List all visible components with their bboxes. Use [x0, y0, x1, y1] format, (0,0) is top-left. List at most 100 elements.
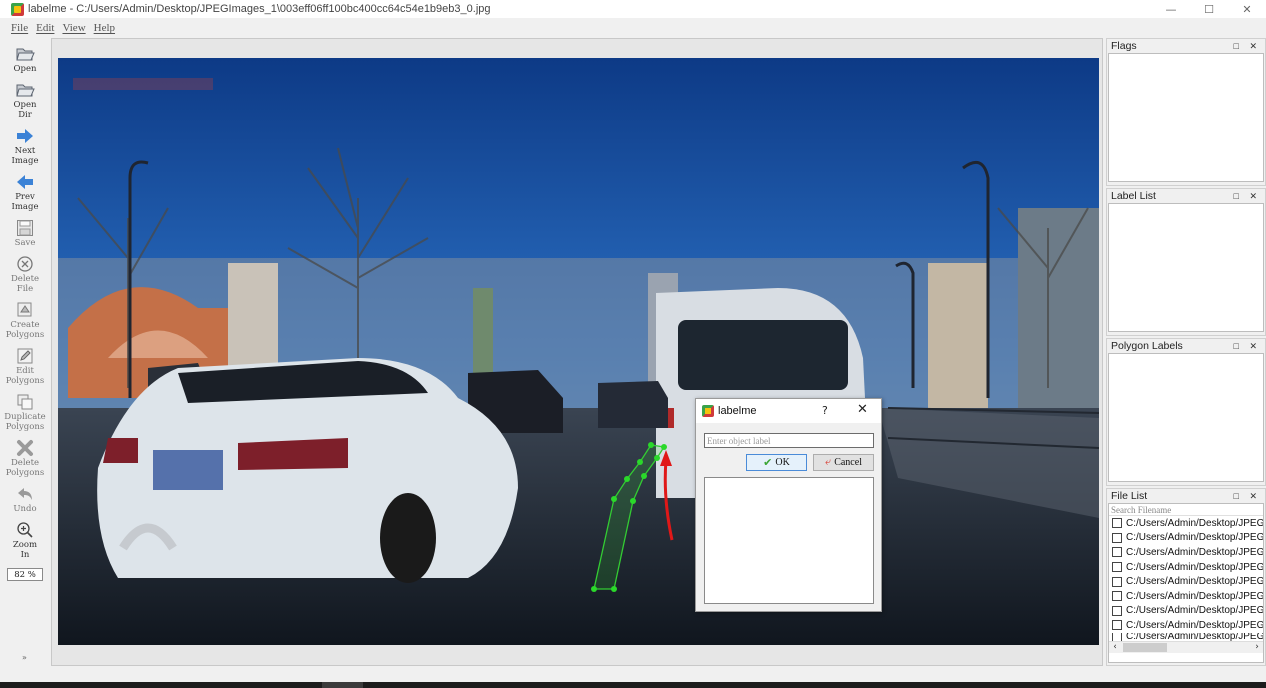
menu-bar: File Edit View Help [0, 19, 1266, 37]
left-toolbar: Open Open Dir Next Image Prev Image Save… [0, 38, 50, 666]
delete-file-label: Delete File [10, 274, 40, 294]
labelme-app-icon [11, 2, 24, 16]
delete-file-button[interactable]: Delete File [0, 254, 50, 294]
file-search-input[interactable]: Search Filename [1109, 504, 1263, 516]
file-list-item[interactable]: C:/Users/Admin/Desktop/JPEGI [1109, 618, 1263, 633]
open-dir-button[interactable]: Open Dir [0, 80, 50, 120]
file-list-item[interactable]: C:/Users/Admin/Desktop/JPEGI [1109, 632, 1263, 641]
file-list-item[interactable]: C:/Users/Admin/Desktop/JPEGI [1109, 574, 1263, 589]
create-polygons-button[interactable]: Create Polygons [0, 300, 50, 340]
help-button[interactable]: ? [822, 404, 828, 417]
zoom-in-button[interactable]: Zoom In [0, 520, 50, 560]
menu-edit[interactable]: Edit [36, 22, 54, 34]
save-label: Save [14, 238, 36, 248]
scroll-right-icon[interactable]: › [1251, 642, 1263, 652]
menu-help[interactable]: Help [94, 22, 115, 34]
file-checkbox[interactable] [1112, 605, 1122, 616]
duplicate-polygons-button[interactable]: Duplicate Polygons [0, 392, 50, 432]
file-list-item[interactable]: C:/Users/Admin/Desktop/JPEGI [1109, 560, 1263, 575]
labelme-app-icon [702, 405, 714, 417]
arrow-left-icon [14, 172, 36, 192]
dock-float-close-icons[interactable]: □ ✕ [1234, 491, 1261, 502]
file-checkbox[interactable] [1112, 591, 1122, 602]
toolbar-overflow-icon[interactable]: » [22, 653, 27, 662]
polygon-labels-list[interactable] [1108, 353, 1264, 482]
copy-icon [14, 392, 36, 412]
close-window-button[interactable]: ✕ [1228, 0, 1266, 18]
open-button[interactable]: Open [0, 44, 50, 74]
dialog-label-list[interactable] [704, 477, 874, 604]
file-list-item[interactable]: C:/Users/Admin/Desktop/JPEGI [1109, 545, 1263, 560]
folder-icon [14, 80, 36, 100]
street-scene-image[interactable] [58, 58, 1099, 645]
menu-view[interactable]: View [62, 22, 85, 34]
undo-label: Undo [13, 504, 37, 514]
file-checkbox[interactable] [1112, 632, 1122, 641]
save-button[interactable]: Save [0, 218, 50, 248]
flags-title: Flags [1111, 40, 1137, 52]
dock-float-close-icons[interactable]: □ ✕ [1234, 191, 1261, 202]
folder-open-icon [14, 44, 36, 64]
file-list-dock: File List □ ✕ Search Filename C:/Users/A… [1106, 488, 1266, 666]
edit-icon [14, 346, 36, 366]
undo-button[interactable]: Undo [0, 484, 50, 514]
cancel-button[interactable]: ⤶ Cancel [813, 454, 874, 471]
window-title: labelme - C:/Users/Admin/Desktop/JPEGIma… [28, 3, 491, 15]
next-image-label: Next Image [11, 146, 39, 166]
taskbar [0, 682, 1266, 688]
file-checkbox[interactable] [1112, 576, 1122, 587]
ok-button[interactable]: ✔ OK [746, 454, 807, 471]
create-polygon-icon [14, 300, 36, 320]
canvas-area[interactable] [51, 38, 1103, 666]
title-bar: labelme - C:/Users/Admin/Desktop/JPEGIma… [0, 0, 1266, 18]
taskbar-item[interactable] [322, 682, 363, 688]
label-list-dock: Label List □ ✕ [1106, 188, 1266, 336]
prev-image-button[interactable]: Prev Image [0, 172, 50, 212]
polygon-labels-title: Polygon Labels [1111, 340, 1183, 352]
dock-float-close-icons[interactable]: □ ✕ [1234, 341, 1261, 352]
flags-dock: Flags □ ✕ [1106, 38, 1266, 186]
duplicate-polygons-label: Duplicate Polygons [4, 412, 46, 432]
file-list-item[interactable]: C:/Users/Admin/Desktop/JPEGI [1109, 589, 1263, 604]
zoom-in-label: Zoom In [12, 540, 38, 560]
minimize-button[interactable]: — [1152, 0, 1190, 18]
file-checkbox[interactable] [1112, 532, 1122, 543]
delete-polygons-button[interactable]: Delete Polygons [0, 438, 50, 478]
window-controls: — ☐ ✕ [1152, 0, 1266, 18]
file-list-item[interactable]: C:/Users/Admin/Desktop/JPEGI [1109, 604, 1263, 619]
cross-icon [14, 438, 36, 458]
file-checkbox[interactable] [1112, 518, 1122, 529]
cancel-label: Cancel [834, 457, 862, 468]
ok-label: OK [775, 457, 790, 468]
file-list-title: File List [1111, 490, 1148, 502]
flags-list[interactable] [1108, 53, 1264, 182]
label-list[interactable] [1108, 203, 1264, 332]
polygon-labels-dock: Polygon Labels □ ✕ [1106, 338, 1266, 486]
photo-svg [58, 58, 1099, 645]
check-icon: ✔ [763, 457, 773, 469]
delete-circle-icon [14, 254, 36, 274]
file-checkbox[interactable] [1112, 547, 1122, 558]
scrollbar-thumb[interactable] [1123, 642, 1167, 652]
dialog-title: labelme [718, 405, 757, 417]
file-list-item[interactable]: C:/Users/Admin/Desktop/JPEGI [1109, 516, 1263, 531]
prev-image-label: Prev Image [11, 192, 39, 212]
file-list: Search Filename C:/Users/Admin/Desktop/J… [1108, 503, 1264, 663]
arrow-right-icon [14, 126, 36, 146]
undo-arrow-icon: ⤶ [825, 456, 832, 468]
file-list-item[interactable]: C:/Users/Admin/Desktop/JPEGI [1109, 531, 1263, 546]
object-label-input[interactable]: Enter object label [704, 433, 874, 448]
label-dialog: labelme ? ✕ Enter object label ✔ OK ⤶ Ca… [695, 398, 882, 612]
next-image-button[interactable]: Next Image [0, 126, 50, 166]
file-checkbox[interactable] [1112, 620, 1122, 631]
zoom-value-field[interactable]: 82 % [7, 568, 43, 581]
zoom-in-icon [14, 520, 36, 540]
horizontal-scrollbar[interactable]: ‹ › [1109, 640, 1263, 653]
dialog-close-button[interactable]: ✕ [857, 402, 868, 417]
maximize-button[interactable]: ☐ [1190, 0, 1228, 18]
dock-float-close-icons[interactable]: □ ✕ [1234, 41, 1261, 52]
scroll-left-icon[interactable]: ‹ [1109, 642, 1121, 652]
menu-file[interactable]: File [11, 22, 28, 34]
file-checkbox[interactable] [1112, 562, 1122, 573]
edit-polygons-button[interactable]: Edit Polygons [0, 346, 50, 386]
